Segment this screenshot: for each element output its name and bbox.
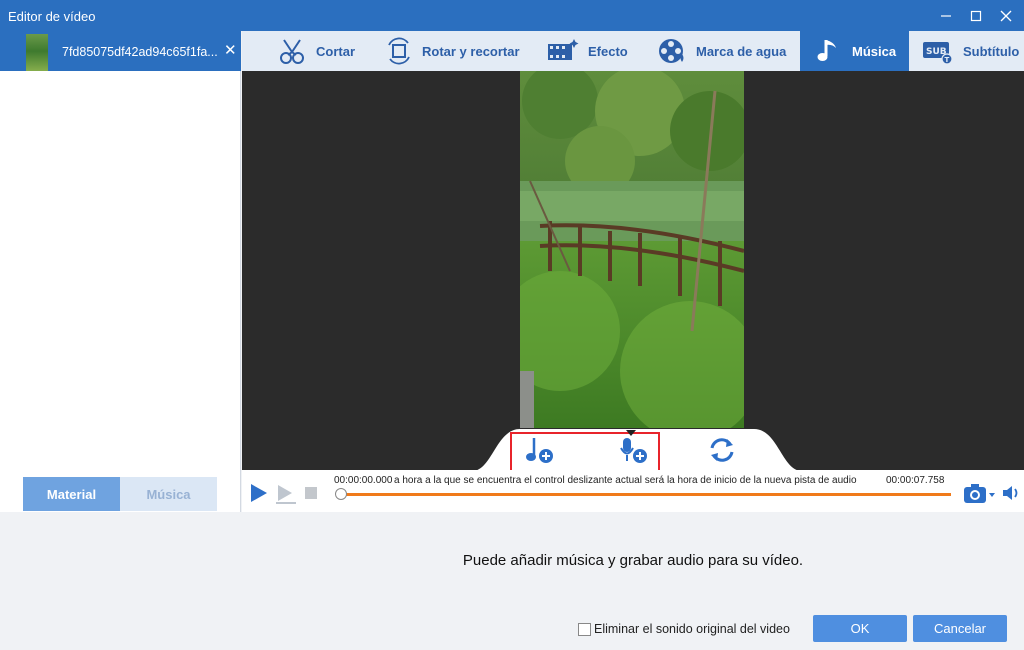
bottom-panel: Puede añadir música y grabar audio para … (0, 512, 1024, 650)
file-name: 7fd85075df42ad94c65f1fa... (62, 45, 218, 59)
tab-music[interactable]: Música (120, 477, 217, 511)
video-frame (520, 71, 744, 428)
close-icon (1000, 10, 1012, 21)
file-tab[interactable]: 7fd85075df42ad94c65f1fa... ✕ (0, 31, 241, 72)
refresh-icon (710, 438, 734, 462)
effect-icon (548, 39, 579, 60)
slider-hint: a hora a la que se encuentra el control … (394, 475, 857, 486)
svg-text:T: T (945, 56, 950, 64)
close-button[interactable] (990, 0, 1022, 31)
left-panel: Material Música (0, 71, 241, 512)
info-message: Puede añadir música y grabar audio para … (462, 552, 804, 569)
camera-icon (964, 484, 995, 503)
pointer-caret-icon (626, 430, 636, 436)
ok-button[interactable]: OK (813, 615, 907, 642)
volume-button[interactable] (1000, 482, 1022, 504)
cancel-button[interactable]: Cancelar (913, 615, 1007, 642)
video-image (520, 71, 744, 428)
tool-cut-label: Cortar (316, 43, 356, 59)
remove-original-sound-option[interactable]: Eliminar el sonido original del video (578, 622, 790, 636)
title-bar: Editor de vídeo (0, 0, 1024, 31)
tool-rotate-crop[interactable]: Rotar y recortar (384, 31, 520, 71)
stop-button[interactable] (304, 486, 318, 500)
video-preview (242, 71, 1024, 471)
tool-subtitle[interactable]: SUB T Subtítulo (921, 31, 1019, 71)
time-total: 00:00:07.758 (886, 475, 945, 486)
tool-effect-label: Efecto (588, 43, 628, 59)
tool-watermark[interactable]: Marca de agua (656, 31, 786, 71)
maximize-button[interactable] (960, 0, 992, 31)
file-close-icon[interactable]: ✕ (224, 41, 237, 59)
remove-original-sound-label: Eliminar el sonido original del video (594, 622, 790, 636)
next-frame-button[interactable] (274, 482, 300, 504)
progress-track[interactable] (340, 493, 951, 496)
film-reel-icon (659, 39, 684, 63)
volume-icon (1003, 486, 1018, 500)
time-current: 00:00:00.000 (334, 475, 393, 486)
tool-music[interactable]: Música (800, 31, 909, 71)
minimize-button[interactable] (930, 0, 962, 31)
tool-cut[interactable]: Cortar (276, 31, 355, 71)
tool-music-label: Música (852, 43, 897, 59)
progress-knob[interactable] (335, 488, 347, 500)
maximize-icon (970, 10, 982, 21)
tool-watermark-label: Marca de agua (696, 43, 787, 59)
tool-subtitle-label: Subtítulo (963, 43, 1020, 59)
minimize-icon (941, 14, 951, 17)
video-thumbnail (26, 34, 48, 72)
subtitle-icon: SUB T (923, 42, 953, 65)
snapshot-button[interactable] (962, 482, 998, 506)
window-title: Editor de vídeo (8, 9, 96, 24)
reset-audio-button[interactable] (704, 433, 740, 467)
music-note-icon (817, 40, 836, 61)
stop-icon (305, 487, 317, 499)
play-icon (251, 484, 267, 502)
highlight-box (510, 432, 660, 474)
next-frame-icon (276, 485, 296, 504)
scissors-icon (280, 39, 304, 64)
tool-effect[interactable]: Efecto (546, 31, 628, 71)
tool-rotate-crop-label: Rotar y recortar (422, 43, 520, 59)
remove-original-sound-checkbox[interactable] (578, 622, 591, 636)
crop-rotate-icon (388, 37, 410, 65)
player-controls: 00:00:00.000 a hora a la que se encuentr… (242, 470, 1024, 512)
tab-material[interactable]: Material (23, 477, 120, 511)
editor-toolbar: Cortar Rotar y recortar Efecto Marca de … (242, 31, 1024, 71)
play-button[interactable] (248, 482, 270, 504)
